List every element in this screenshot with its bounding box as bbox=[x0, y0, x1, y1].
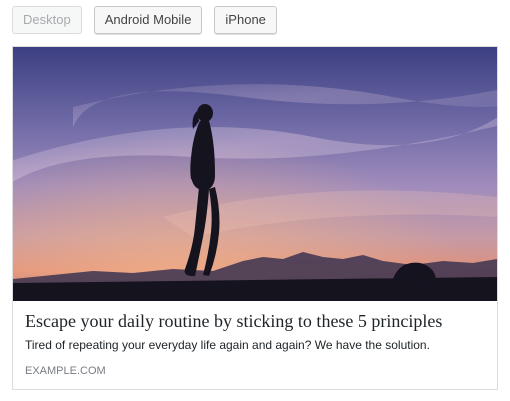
sunset-silhouette-photo bbox=[13, 47, 497, 301]
card-title[interactable]: Escape your daily routine by sticking to… bbox=[25, 311, 485, 332]
tab-desktop[interactable]: Desktop bbox=[12, 6, 82, 34]
card-domain: EXAMPLE.COM bbox=[25, 365, 106, 377]
card-description: Tired of repeating your everyday life ag… bbox=[25, 338, 430, 352]
preview-tabs: Desktop Android Mobile iPhone bbox=[12, 6, 277, 34]
tab-iphone[interactable]: iPhone bbox=[214, 6, 277, 34]
link-preview-card[interactable]: Escape your daily routine by sticking to… bbox=[12, 46, 498, 390]
tab-android-mobile[interactable]: Android Mobile bbox=[93, 6, 203, 34]
preview-image bbox=[13, 47, 497, 301]
